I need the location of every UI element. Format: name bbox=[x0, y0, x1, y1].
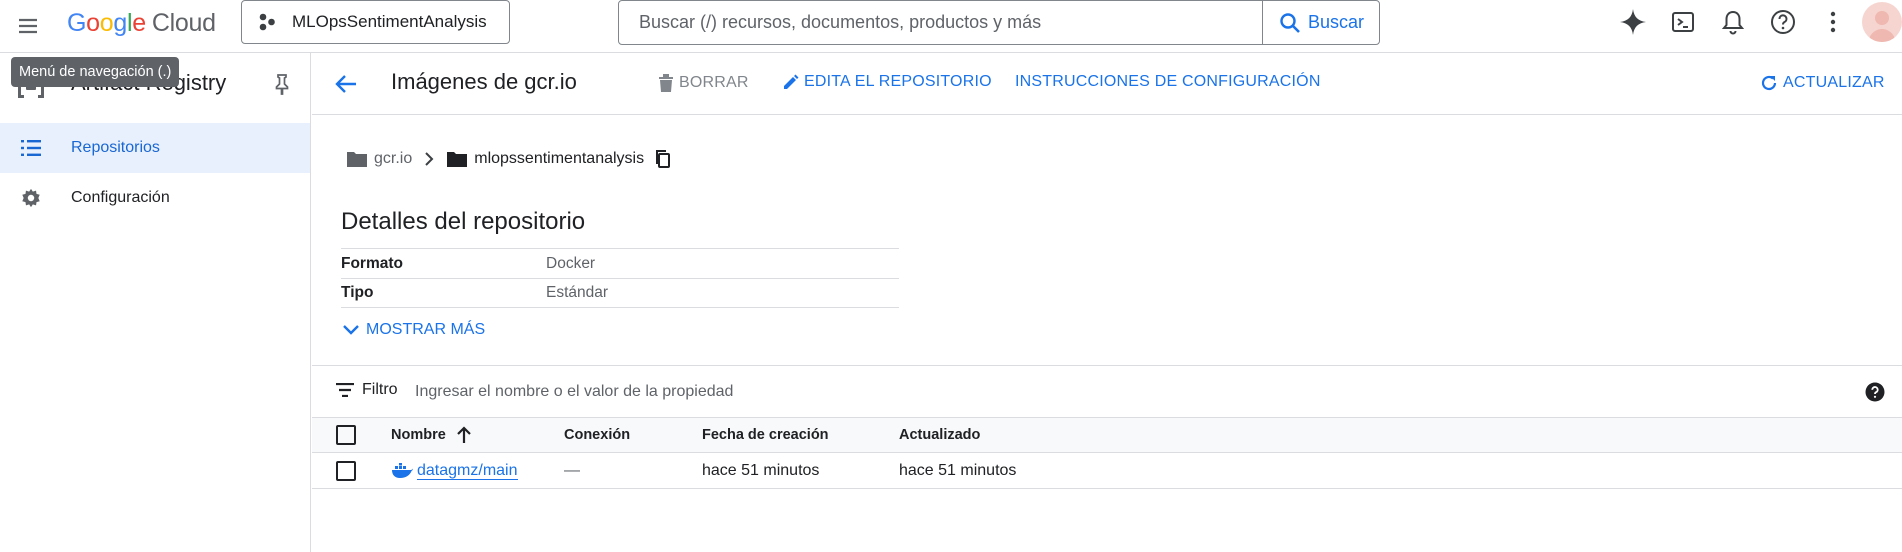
help-icon[interactable] bbox=[1865, 382, 1885, 402]
gemini-sparkle-icon[interactable] bbox=[1608, 0, 1658, 44]
trash-icon bbox=[659, 74, 673, 92]
sidebar-item-repositorios[interactable]: Repositorios bbox=[0, 123, 310, 173]
search-bar: Buscar bbox=[618, 0, 1380, 45]
column-header-label: Fecha de creación bbox=[702, 427, 829, 443]
breadcrumb-repo-label: mlopssentimentanalysis bbox=[474, 150, 645, 167]
detail-value: Docker bbox=[546, 254, 596, 272]
updated-cell: hace 51 minutos bbox=[899, 461, 1017, 479]
navigation-menu-tooltip: Menú de navegación (.) bbox=[11, 57, 180, 87]
content-header: Imágenes de gcr.io BORRAR EDITA EL REPOS… bbox=[312, 53, 1902, 115]
detail-row-type: Tipo Estándar bbox=[341, 278, 899, 308]
edit-repository-button[interactable]: EDITA EL REPOSITORIO bbox=[782, 73, 992, 91]
top-bar: Google Cloud MLOpsSentimentAnalysis Busca… bbox=[0, 0, 1902, 53]
chevron-right-icon bbox=[424, 152, 434, 166]
sidebar-item-label: Repositorios bbox=[71, 139, 160, 156]
detail-value: Estándar bbox=[546, 284, 609, 301]
folder-icon bbox=[347, 152, 367, 167]
top-icons bbox=[1608, 0, 1902, 44]
help-icon[interactable] bbox=[1758, 0, 1808, 44]
refresh-icon bbox=[1761, 75, 1777, 91]
show-more-label: MOSTRAR MÁS bbox=[366, 321, 486, 338]
search-button[interactable]: Buscar bbox=[1262, 1, 1379, 44]
pencil-icon bbox=[784, 74, 799, 89]
filter-label: Filtro bbox=[362, 381, 398, 398]
hamburger-menu-icon[interactable] bbox=[14, 12, 42, 40]
project-name: MLOpsSentimentAnalysis bbox=[292, 12, 487, 31]
detail-key: Formato bbox=[341, 254, 403, 272]
back-arrow-icon[interactable] bbox=[332, 70, 360, 98]
refresh-button-label: ACTUALIZAR bbox=[1783, 74, 1885, 91]
google-cloud-logo[interactable]: Google Cloud bbox=[67, 9, 216, 38]
show-more-button[interactable]: MOSTRAR MÁS bbox=[342, 321, 485, 339]
image-name-cell: datagmz/main bbox=[391, 453, 518, 488]
sidebar: Artifact Registry Repositorios Configura… bbox=[0, 53, 311, 552]
column-header-connection[interactable]: Conexión bbox=[564, 418, 630, 452]
copy-icon[interactable] bbox=[654, 149, 672, 169]
page-title: Imágenes de gcr.io bbox=[391, 69, 577, 94]
filter-input[interactable] bbox=[415, 378, 1015, 406]
select-all-checkbox[interactable] bbox=[336, 425, 356, 445]
breadcrumb-root-label: gcr.io bbox=[374, 150, 413, 167]
breadcrumb: gcr.io mlopssentimentanalysis bbox=[346, 146, 672, 172]
project-picker-button[interactable]: MLOpsSentimentAnalysis bbox=[241, 0, 510, 44]
table-header: Nombre Conexión Fecha de creación Actual… bbox=[312, 417, 1902, 453]
image-link[interactable]: datagmz/main bbox=[417, 462, 518, 480]
filter-button[interactable]: Filtro bbox=[336, 381, 398, 399]
detail-key: Tipo bbox=[341, 284, 374, 301]
connection-cell: — bbox=[564, 461, 580, 479]
sort-arrow-up-icon bbox=[457, 426, 471, 443]
column-header-label: Conexión bbox=[564, 427, 631, 443]
bell-icon[interactable] bbox=[1708, 0, 1758, 44]
delete-button-label: BORRAR bbox=[679, 74, 749, 91]
delete-button[interactable]: BORRAR bbox=[657, 73, 749, 93]
folder-icon bbox=[447, 152, 468, 167]
setup-instructions-button[interactable]: INSTRUCCIONES DE CONFIGURACIÓN bbox=[1015, 73, 1321, 91]
column-header-label: Actualizado bbox=[899, 427, 981, 443]
more-vert-icon[interactable] bbox=[1808, 0, 1858, 44]
sidebar-item-configuracion[interactable]: Configuración bbox=[0, 173, 310, 223]
filter-bar: Filtro bbox=[312, 365, 1902, 417]
refresh-button[interactable]: ACTUALIZAR bbox=[1759, 73, 1885, 93]
column-header-updated[interactable]: Actualizado bbox=[899, 418, 980, 452]
chevron-down-icon bbox=[343, 325, 359, 335]
column-header-label: Nombre bbox=[391, 427, 446, 443]
gear-icon bbox=[19, 186, 43, 210]
search-button-label: Buscar bbox=[1307, 12, 1365, 32]
breadcrumb-root[interactable]: gcr.io bbox=[346, 150, 412, 168]
setup-instructions-label: INSTRUCCIONES DE CONFIGURACIÓN bbox=[1015, 73, 1321, 90]
breadcrumb-repo: mlopssentimentanalysis bbox=[446, 149, 672, 169]
column-header-name[interactable]: Nombre bbox=[391, 418, 472, 452]
search-icon bbox=[1280, 12, 1300, 33]
filter-icon bbox=[336, 383, 354, 397]
sidebar-item-label: Configuración bbox=[71, 189, 170, 206]
search-input[interactable] bbox=[619, 1, 1262, 44]
created-cell: hace 51 minutos bbox=[702, 461, 820, 479]
table-row: datagmz/main — hace 51 minutos hace 51 m… bbox=[312, 453, 1902, 489]
column-header-created[interactable]: Fecha de creación bbox=[702, 418, 829, 452]
cloud-shell-icon[interactable] bbox=[1658, 0, 1708, 44]
pin-icon[interactable] bbox=[270, 72, 294, 96]
detail-row-format: Formato Docker bbox=[341, 248, 899, 278]
project-icon bbox=[256, 11, 278, 33]
avatar[interactable] bbox=[1862, 2, 1902, 42]
row-checkbox[interactable] bbox=[336, 460, 356, 481]
list-icon bbox=[19, 136, 43, 160]
details-title: Detalles del repositorio bbox=[341, 208, 586, 235]
docker-icon bbox=[392, 462, 413, 478]
edit-repository-label: EDITA EL REPOSITORIO bbox=[804, 73, 992, 90]
